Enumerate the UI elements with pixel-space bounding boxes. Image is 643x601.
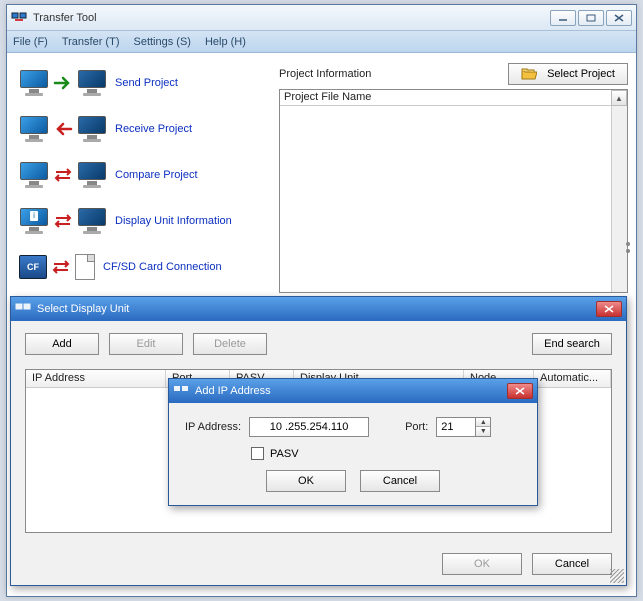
- select-project-label: Select Project: [547, 68, 615, 80]
- ok-button[interactable]: OK: [266, 470, 346, 492]
- close-button[interactable]: [606, 10, 632, 26]
- document-icon: [75, 254, 95, 280]
- transfer-tool-icon: [11, 10, 27, 26]
- arrow-left-icon: [53, 122, 73, 136]
- pasv-checkbox[interactable]: [251, 447, 264, 460]
- dialog-title: Select Display Unit: [37, 303, 596, 315]
- edit-button[interactable]: Edit: [109, 333, 183, 355]
- dialog-titlebar: Add IP Address: [169, 379, 537, 403]
- end-search-button[interactable]: End search: [532, 333, 612, 355]
- select-project-button[interactable]: Select Project: [508, 63, 628, 85]
- action-cfsd-connection[interactable]: CF CF/SD Card Connection: [15, 247, 271, 287]
- monitor-icon: [77, 161, 107, 189]
- action-label: CF/SD Card Connection: [103, 261, 222, 273]
- project-panel: Project Information Select Project Proje…: [279, 63, 628, 293]
- action-label: Send Project: [115, 77, 178, 89]
- arrow-right-icon: [53, 76, 73, 90]
- window-controls: [550, 10, 632, 26]
- action-label: Compare Project: [115, 169, 198, 181]
- transfer-tool-icon: [15, 301, 31, 317]
- col-automatic[interactable]: Automatic...: [534, 370, 611, 387]
- cancel-button[interactable]: Cancel: [360, 470, 440, 492]
- arrow-both-icon: [53, 214, 73, 228]
- project-info-label: Project Information: [279, 68, 508, 80]
- ip-port-row: IP Address: Port: ▲ ▼: [185, 417, 521, 437]
- dialog-titlebar: Select Display Unit: [11, 297, 626, 321]
- action-send-project[interactable]: Send Project: [15, 63, 271, 103]
- action-list: Send Project Receive Project Compare Pro…: [15, 63, 271, 293]
- port-spinner: ▲ ▼: [436, 417, 491, 437]
- menu-help[interactable]: Help (H): [205, 36, 246, 48]
- ip-address-input[interactable]: [249, 417, 369, 437]
- add-ip-address-dialog: Add IP Address IP Address: Port: ▲ ▼ PAS…: [168, 378, 538, 506]
- spin-down-button[interactable]: ▼: [476, 427, 490, 436]
- info-monitor-icon: i: [19, 207, 49, 235]
- monitor-icon: [19, 161, 49, 189]
- menu-file[interactable]: File (F): [13, 36, 48, 48]
- action-label: Display Unit Information: [115, 215, 232, 227]
- monitor-icon: [77, 69, 107, 97]
- dialog-footer: OK Cancel: [442, 553, 612, 575]
- menubar: File (F) Transfer (T) Settings (S) Help …: [7, 31, 636, 53]
- toolbar-row: Add Edit Delete End search: [25, 333, 612, 355]
- menu-transfer[interactable]: Transfer (T): [62, 36, 120, 48]
- folder-open-icon: [521, 68, 537, 80]
- monitor-icon: [77, 115, 107, 143]
- dialog-title: Add IP Address: [195, 385, 507, 397]
- delete-button[interactable]: Delete: [193, 333, 267, 355]
- action-receive-project[interactable]: Receive Project: [15, 109, 271, 149]
- transfer-tool-icon: [173, 383, 189, 399]
- project-file-list[interactable]: Project File Name ▲: [279, 89, 628, 293]
- receive-icons: [15, 115, 107, 143]
- column-header[interactable]: Project File Name: [280, 90, 627, 106]
- action-compare-project[interactable]: Compare Project: [15, 155, 271, 195]
- monitor-icon: [19, 69, 49, 97]
- port-input[interactable]: [436, 417, 476, 437]
- action-display-unit-info[interactable]: i Display Unit Information: [15, 201, 271, 241]
- action-label: Receive Project: [115, 123, 192, 135]
- send-icons: [15, 69, 107, 97]
- col-ip[interactable]: IP Address: [26, 370, 166, 387]
- minimize-button[interactable]: [550, 10, 576, 26]
- cancel-button[interactable]: Cancel: [532, 553, 612, 575]
- spin-up-button[interactable]: ▲: [476, 418, 490, 427]
- menu-settings[interactable]: Settings (S): [133, 36, 190, 48]
- ok-button[interactable]: OK: [442, 553, 522, 575]
- maximize-button[interactable]: [578, 10, 604, 26]
- close-button[interactable]: [596, 301, 622, 317]
- titlebar: Transfer Tool: [7, 5, 636, 31]
- ip-label: IP Address:: [185, 421, 241, 433]
- dialog-buttons: OK Cancel: [185, 470, 521, 492]
- add-button[interactable]: Add: [25, 333, 99, 355]
- cf-card-icon: CF: [19, 255, 47, 279]
- pasv-label: PASV: [270, 448, 299, 460]
- scrollbar[interactable]: [611, 90, 627, 292]
- scroll-up-button[interactable]: ▲: [611, 90, 627, 106]
- arrow-both-icon: [53, 168, 73, 182]
- unitinfo-icons: i: [15, 207, 107, 235]
- project-header: Project Information Select Project: [279, 63, 628, 85]
- cfsd-icons: CF: [15, 254, 95, 280]
- pasv-row: PASV: [251, 447, 521, 460]
- resize-handle[interactable]: [624, 239, 632, 259]
- compare-icons: [15, 161, 107, 189]
- content-area: Send Project Receive Project Compare Pro…: [7, 53, 636, 303]
- resize-grip[interactable]: [610, 569, 624, 583]
- monitor-icon: [19, 115, 49, 143]
- port-label: Port:: [405, 421, 428, 433]
- close-button[interactable]: [507, 383, 533, 399]
- monitor-icon: [77, 207, 107, 235]
- window-title: Transfer Tool: [33, 12, 550, 24]
- arrow-both-icon: [51, 260, 71, 274]
